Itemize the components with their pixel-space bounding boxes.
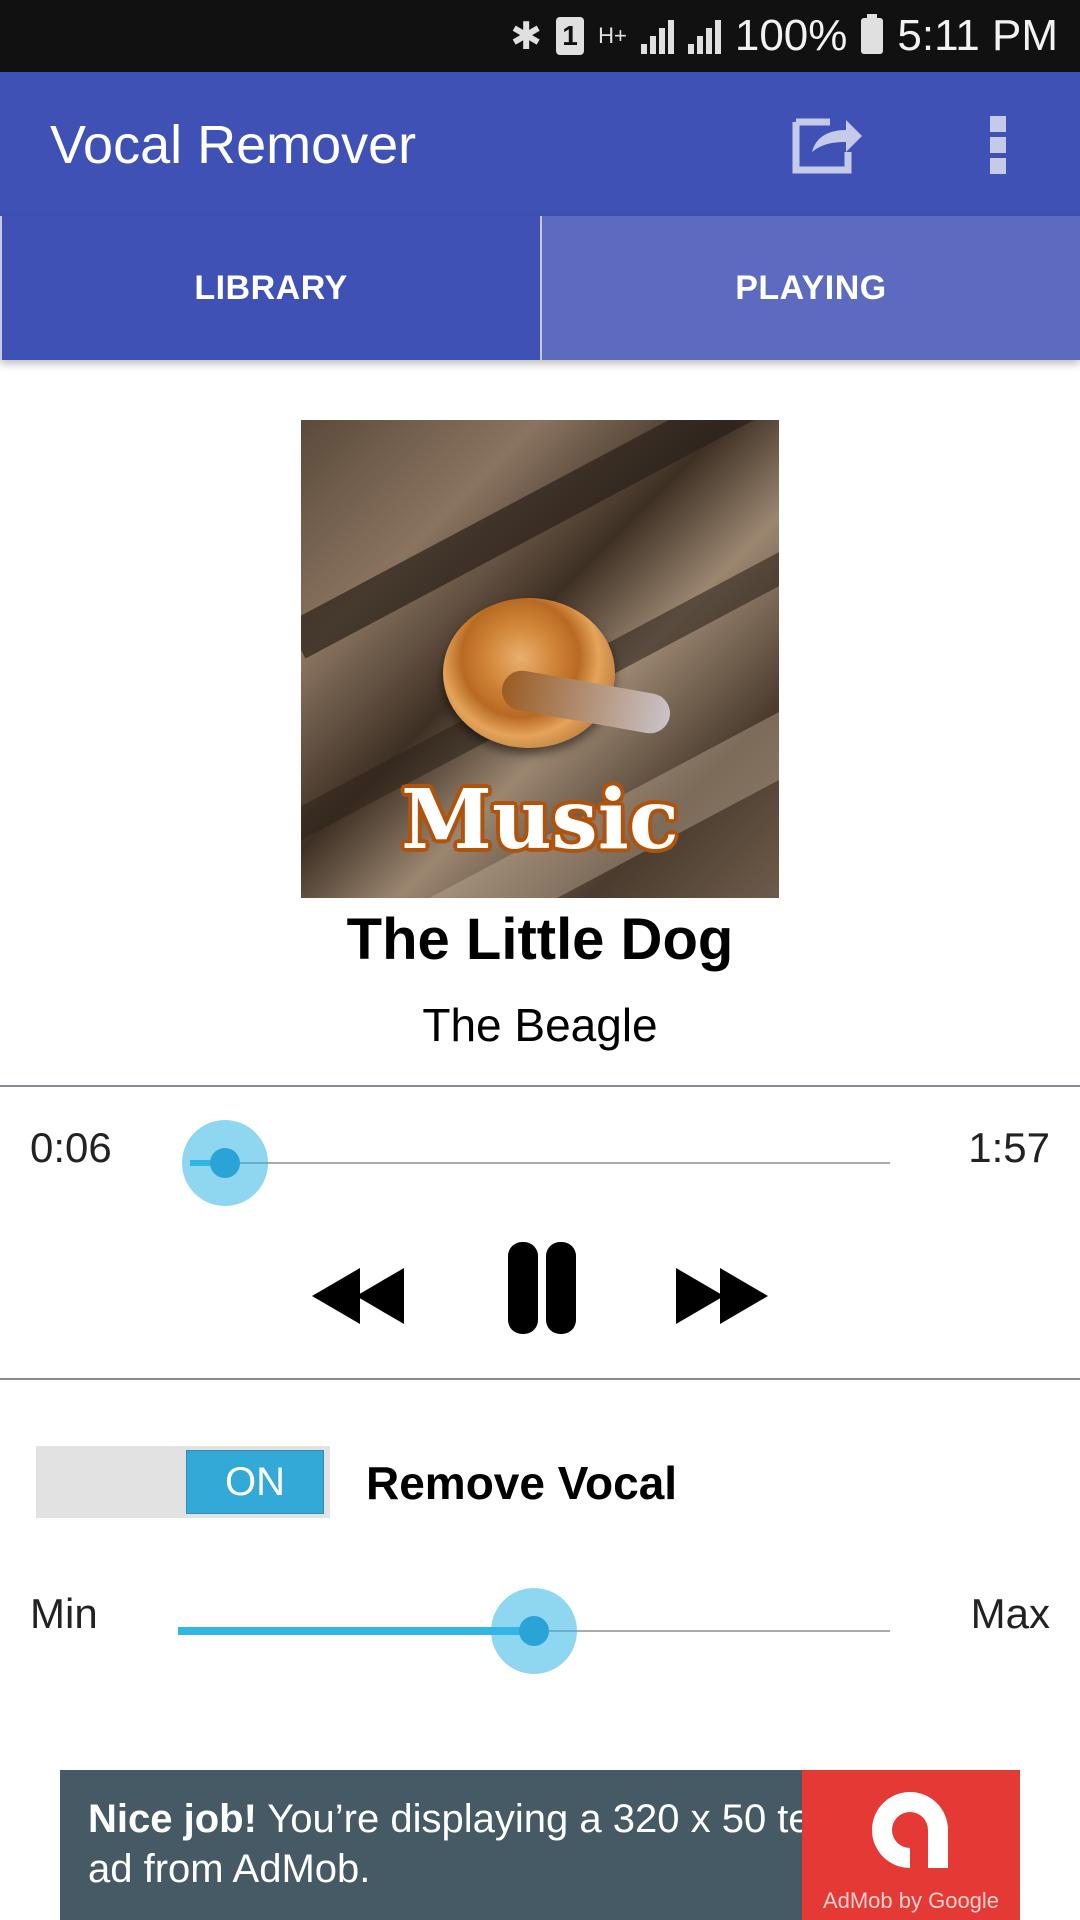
sim-indicator: 1 <box>556 17 585 55</box>
divider <box>0 1085 1080 1087</box>
app-title: Vocal Remover <box>50 115 417 175</box>
level-min-label: Min <box>30 1590 98 1637</box>
bluetooth-icon: ✱ <box>510 15 543 58</box>
status-bar: ✱ 1 H+ 100% 5:11 PM <box>0 0 1080 72</box>
battery-icon <box>861 14 884 54</box>
admob-logo-text: AdMob by Google <box>822 1888 1000 1913</box>
app-bar: Vocal Remover <box>0 72 1080 216</box>
album-art: Music <box>301 420 779 898</box>
battery-percent: 100% <box>734 11 848 60</box>
seek-thumb-dot <box>210 1148 240 1178</box>
tab-playing[interactable]: PLAYING <box>542 216 1080 360</box>
total-time: 1:57 <box>968 1124 1050 1171</box>
ad-banner[interactable]: Nice job! You’re displaying a 320 x 50 t… <box>60 1770 1020 1920</box>
level-max-label: Max <box>970 1590 1050 1637</box>
more-vert-icon[interactable] <box>972 110 1024 180</box>
vocal-level-fill <box>178 1627 534 1635</box>
tab-library[interactable]: LIBRARY <box>0 216 542 360</box>
ad-headline: Nice job! <box>88 1797 257 1841</box>
song-title: The Little Dog <box>346 907 734 972</box>
seek-bar[interactable] <box>190 1162 890 1164</box>
ad-text: Nice job! You’re displaying a 320 x 50 t… <box>88 1794 848 1894</box>
remove-vocal-label: Remove Vocal <box>366 1457 678 1509</box>
divider <box>0 1378 1080 1380</box>
clock: 5:11 PM <box>897 11 1058 60</box>
rewind-icon[interactable] <box>312 1268 408 1329</box>
artist-name: The Beagle <box>422 999 658 1051</box>
album-art-word: Music <box>401 772 679 868</box>
network-type-icon: H+ <box>598 23 627 48</box>
elapsed-time: 0:06 <box>30 1124 112 1171</box>
toggle-state: ON <box>186 1450 324 1514</box>
pause-icon[interactable] <box>506 1240 576 1336</box>
signal-icon-2 <box>687 18 721 54</box>
signal-icon <box>640 18 674 54</box>
tab-bar: LIBRARY PLAYING <box>0 216 1080 360</box>
admob-logo: AdMob by Google <box>802 1770 1020 1920</box>
admob-icon <box>872 1792 948 1868</box>
share-icon[interactable] <box>790 112 866 176</box>
fast-forward-icon[interactable] <box>672 1268 768 1329</box>
vocal-level-thumb-dot <box>519 1616 549 1646</box>
remove-vocal-toggle[interactable]: ON <box>36 1446 330 1518</box>
